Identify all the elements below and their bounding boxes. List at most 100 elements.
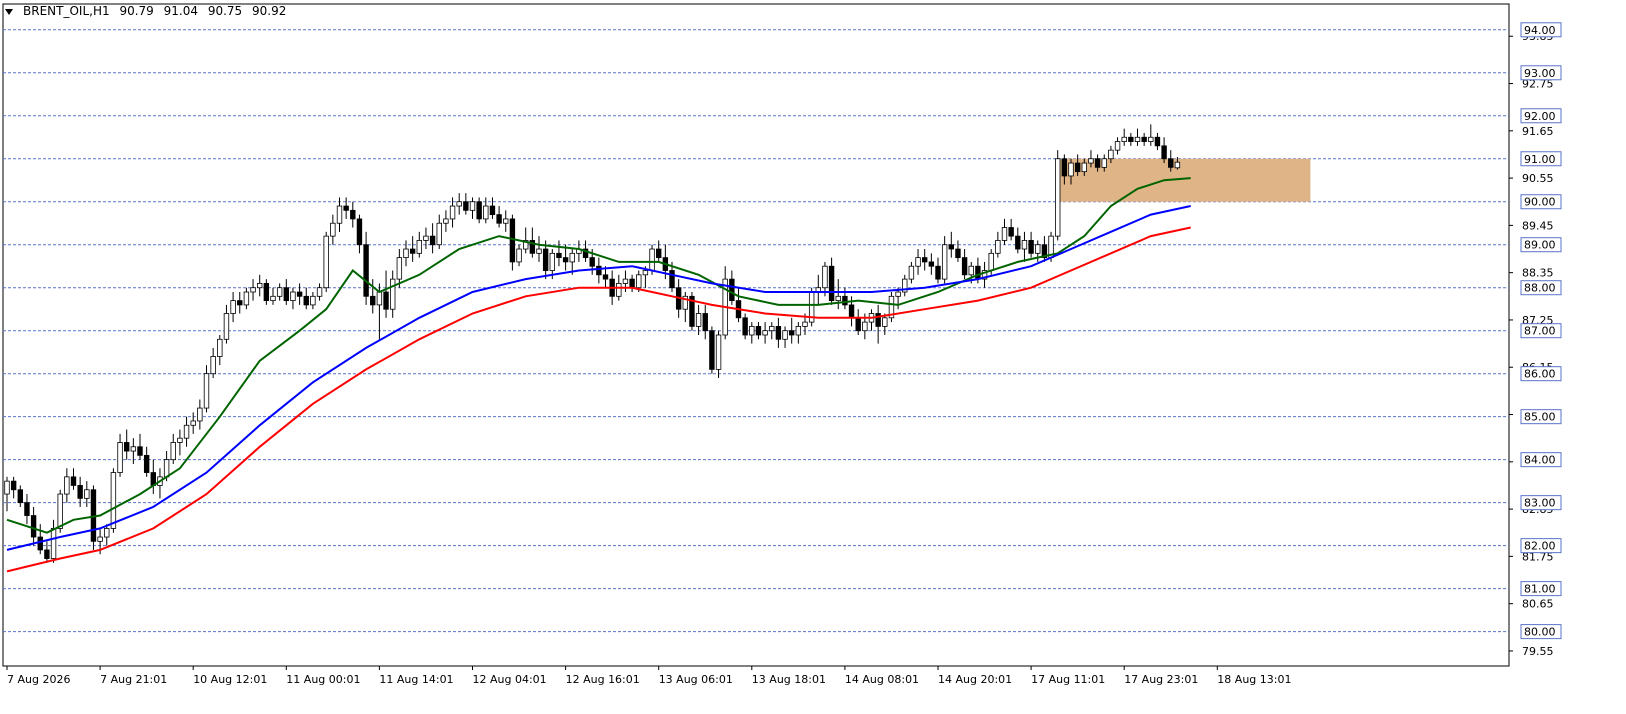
price-level-label: 84.00 xyxy=(1524,454,1556,467)
candle-body xyxy=(416,240,422,254)
candle-body xyxy=(476,201,482,220)
candle-body xyxy=(323,235,329,289)
close-value: 90.92 xyxy=(252,4,287,18)
candle-body xyxy=(1028,240,1034,254)
candle-body xyxy=(50,528,57,559)
candle-body xyxy=(409,248,416,254)
candle-body xyxy=(403,248,409,259)
y-tick-label: 90.55 xyxy=(1522,172,1554,185)
candle-body xyxy=(57,493,63,529)
candle-body xyxy=(669,270,675,289)
candle-body xyxy=(935,265,941,280)
x-tick-label: 12 Aug 16:01 xyxy=(566,673,640,686)
candle-body xyxy=(1141,136,1147,142)
candle-body xyxy=(350,209,356,220)
candle-body xyxy=(828,265,835,302)
y-tick-label: 79.55 xyxy=(1522,645,1554,658)
y-tick-label: 89.45 xyxy=(1522,219,1554,232)
candle-body xyxy=(124,442,130,452)
candle-body xyxy=(536,248,542,254)
y-tick-label: 91.65 xyxy=(1522,125,1554,138)
candle-body xyxy=(795,326,802,336)
candle-body xyxy=(503,218,509,224)
candle-body xyxy=(955,248,961,259)
candle-body xyxy=(110,472,117,529)
candle-body xyxy=(97,536,103,542)
candle-body xyxy=(463,201,469,211)
high-value: 91.04 xyxy=(163,4,198,18)
candle-body xyxy=(1021,240,1028,250)
candle-body xyxy=(290,291,296,302)
candle-body xyxy=(616,283,622,297)
candle-body xyxy=(10,480,17,491)
candle-body xyxy=(649,248,655,271)
price-level-label: 94.00 xyxy=(1524,24,1556,37)
price-chart[interactable]: 93.8592.7591.6590.5589.4588.3587.2586.15… xyxy=(0,0,1626,714)
chevron-down-icon[interactable] xyxy=(5,8,13,15)
candle-body xyxy=(1174,161,1181,169)
candle-body xyxy=(622,278,629,284)
candle-body xyxy=(256,283,263,289)
candle-body xyxy=(436,222,442,246)
symbol-header: BRENT_OIL,H1 90.79 91.04 90.75 90.92 xyxy=(5,3,286,19)
candle-body xyxy=(30,515,37,538)
candle-body xyxy=(496,214,502,224)
candle-body xyxy=(483,205,489,220)
candle-body xyxy=(1161,145,1167,160)
candle-body xyxy=(589,257,595,267)
x-tick-label: 14 Aug 20:01 xyxy=(938,673,1012,686)
candle-body xyxy=(237,300,243,306)
candle-body xyxy=(217,338,223,357)
candle-body xyxy=(556,252,562,259)
candle-body xyxy=(443,218,449,224)
candle-body xyxy=(383,291,389,310)
candle-body xyxy=(330,222,336,237)
candle-body xyxy=(1121,136,1127,142)
candle-body xyxy=(363,244,369,297)
candle-body xyxy=(855,317,861,332)
candle-body xyxy=(602,274,609,280)
x-tick-label: 13 Aug 18:01 xyxy=(752,673,826,686)
candle-body xyxy=(782,330,788,340)
candle-body xyxy=(569,252,575,263)
candle-body xyxy=(1015,235,1021,250)
candle-body xyxy=(895,291,901,297)
candle-body xyxy=(908,265,915,280)
price-level-label: 86.00 xyxy=(1524,368,1556,381)
candle-body xyxy=(310,295,316,306)
candle-body xyxy=(389,278,396,310)
price-level-label: 89.00 xyxy=(1524,239,1556,252)
candle-body xyxy=(961,257,968,276)
candle-body xyxy=(1081,162,1087,173)
candle-body xyxy=(197,407,203,422)
candle-body xyxy=(875,313,881,327)
candle-body xyxy=(37,536,43,551)
candle-body xyxy=(922,257,928,263)
candle-body xyxy=(283,287,289,302)
candle-body xyxy=(163,459,170,478)
candle-body xyxy=(1008,227,1014,237)
candle-body xyxy=(995,240,1001,254)
x-tick-label: 18 Aug 13:01 xyxy=(1217,673,1291,686)
price-level-label: 93.00 xyxy=(1524,67,1556,80)
candle-body xyxy=(542,248,549,271)
chart-window[interactable]: 93.8592.7591.6590.5589.4588.3587.2586.15… xyxy=(0,0,1626,714)
candle-body xyxy=(423,235,429,241)
price-level-label: 83.00 xyxy=(1524,497,1556,510)
candle-body xyxy=(456,201,462,207)
candle-body xyxy=(1001,227,1008,241)
candle-body xyxy=(117,442,123,473)
candle-body xyxy=(1114,141,1121,151)
candle-body xyxy=(842,295,848,306)
candle-body xyxy=(177,437,183,443)
candle-body xyxy=(190,420,196,426)
candle-body xyxy=(516,248,522,263)
candle-body xyxy=(170,442,176,461)
candle-body xyxy=(562,257,569,263)
candle-body xyxy=(642,270,649,276)
candle-body xyxy=(656,248,662,259)
candle-body xyxy=(636,274,642,289)
candle-body xyxy=(210,356,216,375)
candle-body xyxy=(715,334,722,370)
candle-body xyxy=(70,476,77,486)
